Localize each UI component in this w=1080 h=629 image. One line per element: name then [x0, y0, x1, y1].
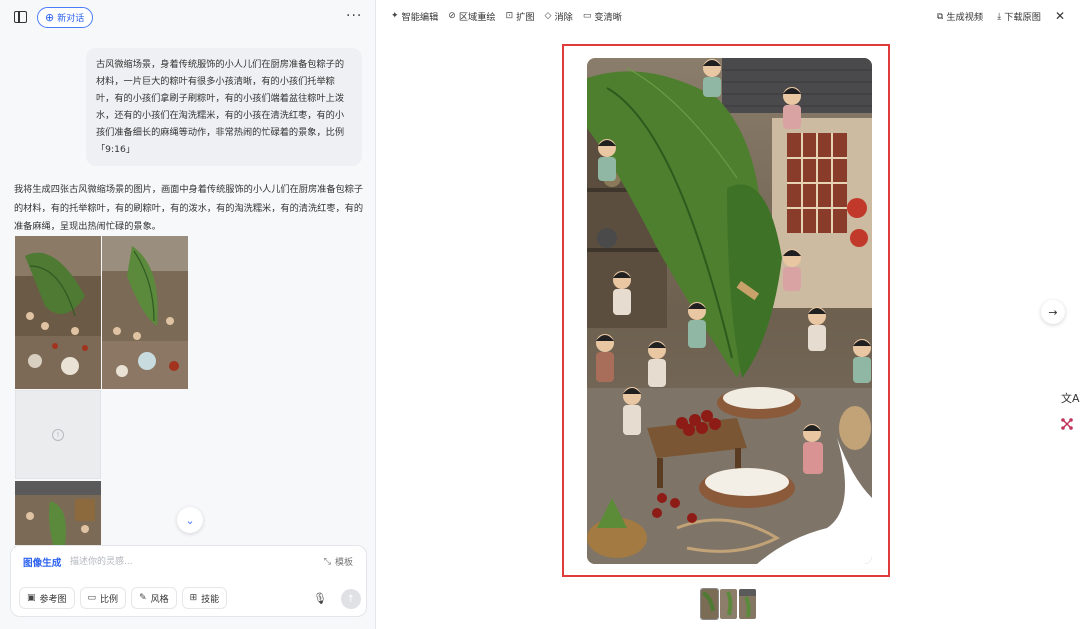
video-icon: ⧉ — [936, 10, 944, 22]
user-message: 古风微缩场景，身着传统服饰的小人儿们在厨房准备包粽子的材料，一片巨大的粽叶有很多… — [86, 48, 362, 166]
chevron-down-icon: ⌄ — [185, 513, 195, 527]
tool-label: 消除 — [554, 12, 573, 23]
prompt-composer: 图像生成 ⤡ 模板 ▣ 参考图 ▭ 比例 ✎ 风格 ⊞ 技能 🎙 — [10, 545, 367, 617]
tool-label: 智能编辑 — [401, 12, 439, 23]
translate-icon[interactable]: 文A — [1061, 390, 1080, 406]
chat-header: ⊕ 新对话 ··· — [0, 0, 376, 36]
brush-icon: ✎ — [139, 593, 147, 603]
region-redraw-tool[interactable]: ⊘ 区域重绘 — [448, 9, 495, 23]
composer-options: ▣ 参考图 ▭ 比例 ✎ 风格 ⊞ 技能 — [19, 587, 228, 609]
image-viewer: ✦ 智能编辑 ⊘ 区域重绘 ⊡ 扩图 ◇ 消除 ▭ 变清晰 ⧉ 生成视频 ⤓ 下… — [377, 0, 1080, 629]
chip-label: 比例 — [100, 594, 119, 605]
expand-tool[interactable]: ⊡ 扩图 — [506, 9, 535, 23]
filmstrip-thumb[interactable] — [720, 589, 737, 619]
grid-icon: ⊞ — [189, 593, 198, 603]
main-image[interactable] — [587, 58, 872, 564]
erase-tool[interactable]: ◇ 消除 — [545, 9, 573, 23]
reference-image-chip[interactable]: ▣ 参考图 — [19, 587, 75, 609]
filmstrip-thumb[interactable] — [739, 589, 756, 619]
arrow-right-icon: → — [1048, 305, 1058, 319]
generated-image-4 — [15, 481, 101, 545]
image-icon: ▣ — [27, 593, 36, 603]
chip-label: 参考图 — [39, 594, 67, 605]
image-filmstrip — [700, 588, 756, 620]
assistant-message: 我将生成四张古风微缩场景的图片，画面中身着传统服饰的小人儿们在厨房准备包粽子的材… — [14, 184, 364, 232]
template-label: 模板 — [334, 558, 353, 568]
plus-icon: ⊕ — [45, 11, 55, 24]
template-button[interactable]: ⤡ 模板 — [323, 555, 353, 569]
brush-icon: ⊘ — [448, 11, 456, 21]
scroll-down-button[interactable]: ⌄ — [177, 507, 203, 533]
generated-image-2 — [102, 236, 188, 389]
download-original-button[interactable]: ⤓ 下载原图 — [997, 9, 1041, 24]
ratio-icon: ▭ — [87, 593, 97, 603]
next-image-button[interactable]: → — [1041, 300, 1065, 324]
generated-image-thumbnail[interactable] — [102, 236, 188, 389]
generated-image-thumbnail[interactable] — [15, 481, 101, 545]
template-icon: ⤡ — [323, 556, 331, 567]
edit-toolbar: ✦ 智能编辑 ⊘ 区域重绘 ⊡ 扩图 ◇ 消除 ▭ 变清晰 — [391, 9, 622, 23]
miniature-kitchen-scene — [587, 58, 872, 564]
generated-image-1 — [15, 236, 101, 389]
smart-edit-tool[interactable]: ✦ 智能编辑 — [391, 9, 438, 23]
magic-wand-icon: ✦ — [391, 11, 399, 21]
filmstrip-image — [701, 589, 718, 619]
close-icon[interactable]: ✕ — [1055, 9, 1065, 23]
eraser-icon: ◇ — [544, 11, 552, 21]
chip-label: 风格 — [150, 594, 169, 605]
chat-panel: ⊕ 新对话 ··· 古风微缩场景，身着传统服饰的小人儿们在厨房准备包粽子的材料，… — [0, 0, 376, 629]
network-icon[interactable] — [1060, 417, 1074, 431]
expand-icon: ⊡ — [505, 11, 514, 21]
generated-image-thumbnail[interactable] — [15, 236, 101, 389]
tool-label: 变清晰 — [594, 12, 622, 23]
action-label: 下载原图 — [1004, 12, 1041, 23]
sidebar-toggle-icon[interactable] — [14, 11, 27, 23]
microphone-icon[interactable]: 🎙 — [313, 592, 327, 605]
enhance-tool[interactable]: ▭ 变清晰 — [583, 9, 622, 23]
tool-label: 扩图 — [516, 12, 535, 23]
mode-label[interactable]: 图像生成 — [23, 555, 61, 569]
generating-image-placeholder: ! — [15, 390, 101, 479]
send-button[interactable]: ↑ — [341, 589, 361, 609]
chip-label: 技能 — [201, 594, 220, 605]
crop-icon: ▭ — [582, 11, 592, 21]
style-chip[interactable]: ✎ 风格 — [131, 587, 177, 609]
new-chat-label: 新对话 — [57, 14, 85, 24]
prompt-input[interactable] — [70, 554, 270, 570]
new-chat-button[interactable]: ⊕ 新对话 — [37, 7, 94, 28]
filmstrip-image — [739, 589, 756, 619]
more-options-icon[interactable]: ··· — [346, 8, 362, 24]
filmstrip-thumb[interactable] — [700, 588, 719, 620]
loading-icon: ! — [52, 428, 64, 441]
tool-label: 区域重绘 — [458, 12, 496, 23]
action-label: 生成视频 — [946, 12, 984, 23]
arrow-up-icon: ↑ — [346, 593, 356, 605]
generate-video-button[interactable]: ⧉ 生成视频 — [936, 9, 984, 24]
aspect-ratio-chip[interactable]: ▭ 比例 — [79, 587, 127, 609]
download-icon: ⤓ — [997, 10, 1002, 22]
viewer-actions: ⧉ 生成视频 ⤓ 下载原图 ✕ — [937, 9, 1065, 23]
skills-chip[interactable]: ⊞ 技能 — [181, 587, 228, 609]
filmstrip-image — [720, 589, 737, 619]
